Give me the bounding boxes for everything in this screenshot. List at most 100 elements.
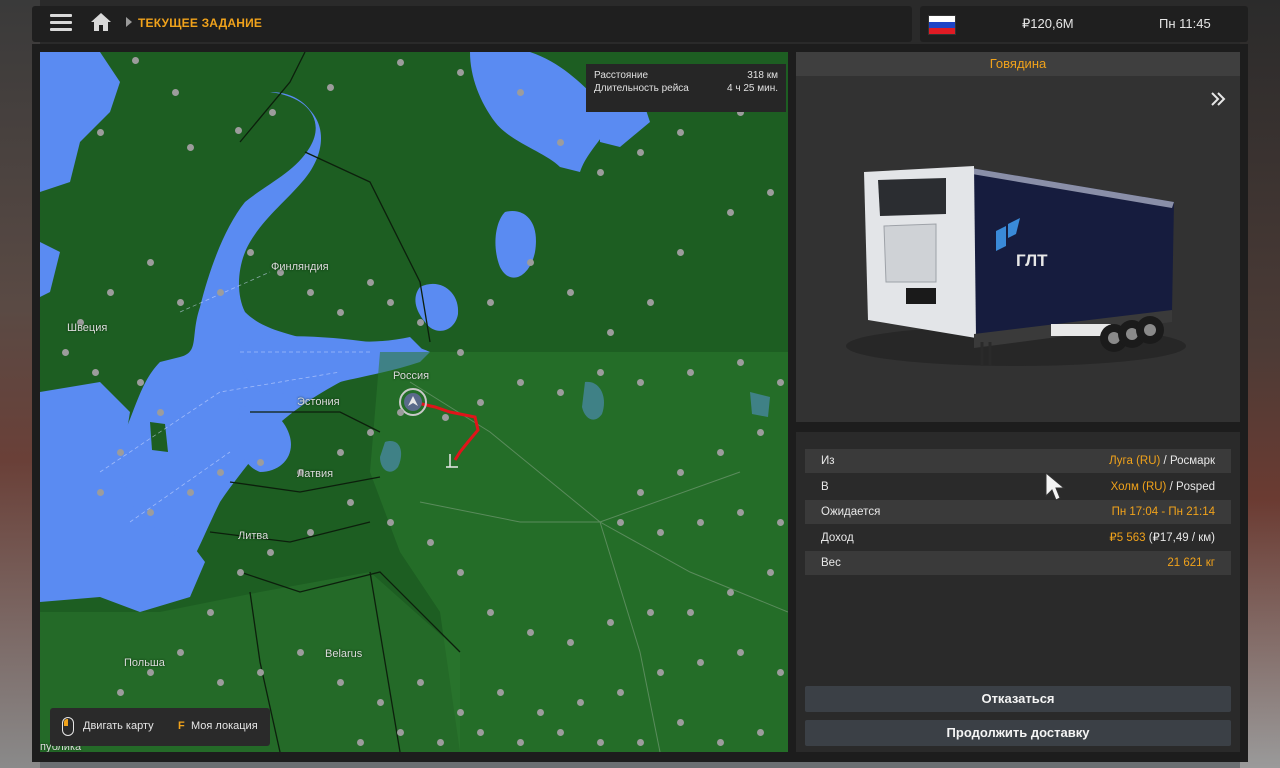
duration-label: Длительность рейса	[594, 83, 689, 94]
home-icon[interactable]	[90, 11, 112, 33]
city-dot	[132, 57, 139, 64]
city-dot	[417, 319, 424, 326]
city-dot	[347, 499, 354, 506]
money-balance: ₽120,6M	[1022, 16, 1074, 31]
city-dot	[527, 629, 534, 636]
city-dot	[235, 127, 242, 134]
city-dot	[697, 659, 704, 666]
city-dot	[457, 349, 464, 356]
city-dot	[337, 449, 344, 456]
map-label-sweden: Швеция	[67, 322, 108, 334]
city-dot	[687, 369, 694, 376]
breadcrumb-current-job[interactable]: ТЕКУЩЕЕ ЗАДАНИЕ	[138, 16, 262, 30]
city-dot	[187, 489, 194, 496]
city-dot	[637, 739, 644, 746]
city-dot	[757, 729, 764, 736]
city-dot	[147, 669, 154, 676]
city-dot	[557, 389, 564, 396]
city-dot	[687, 609, 694, 616]
city-dot	[237, 569, 244, 576]
city-dot	[387, 299, 394, 306]
city-dot	[417, 679, 424, 686]
city-dot	[457, 69, 464, 76]
job-row-from: Из Луга (RU) / Росмарк	[805, 449, 1231, 473]
city-dot	[647, 609, 654, 616]
city-dot	[517, 739, 524, 746]
move-map-hint[interactable]: Двигать карту	[83, 720, 154, 732]
city-dot	[557, 139, 564, 146]
city-dot	[177, 649, 184, 656]
city-dot	[597, 739, 604, 746]
city-dot	[697, 519, 704, 526]
city-dot	[327, 84, 334, 91]
city-dot	[567, 289, 574, 296]
map-controls-hint: Двигать карту F Моя локация	[50, 708, 270, 746]
city-dot	[267, 549, 274, 556]
city-dot	[617, 689, 624, 696]
distance-value: 318 км	[747, 70, 778, 81]
city-dot	[117, 449, 124, 456]
city-dot	[137, 379, 144, 386]
city-dot	[597, 369, 604, 376]
city-dot	[257, 459, 264, 466]
city-dot	[97, 489, 104, 496]
city-dot	[767, 569, 774, 576]
city-dot	[397, 409, 404, 416]
city-dot	[157, 409, 164, 416]
route-stats-panel: Расстояние 318 км Длительность рейса 4 ч…	[586, 64, 786, 112]
city-dot	[777, 669, 784, 676]
city-dot	[717, 449, 724, 456]
city-dot	[247, 249, 254, 256]
city-dot	[637, 489, 644, 496]
city-dot	[497, 689, 504, 696]
map-label-belarus: Belarus	[325, 648, 363, 660]
city-dot	[677, 719, 684, 726]
city-dot	[607, 329, 614, 336]
city-dot	[457, 709, 464, 716]
hamburger-icon[interactable]	[50, 12, 72, 34]
city-dot	[477, 729, 484, 736]
city-dot	[442, 414, 449, 421]
map-label-estonia: Эстония	[297, 396, 340, 408]
city-dot	[207, 609, 214, 616]
map-label-russia: Россия	[393, 370, 430, 382]
city-dot	[677, 129, 684, 136]
city-dot	[517, 379, 524, 386]
city-dot	[737, 359, 744, 366]
city-dot	[177, 299, 184, 306]
city-dot	[777, 379, 784, 386]
city-dot	[517, 89, 524, 96]
distance-label: Расстояние	[594, 70, 649, 81]
city-dot	[637, 379, 644, 386]
cancel-job-button[interactable]: Отказаться	[805, 686, 1231, 712]
city-dot	[387, 519, 394, 526]
job-row-income: Доход ₽5 563 (₽17,49 / км)	[821, 532, 1215, 544]
my-location-hint[interactable]: Моя локация	[191, 720, 258, 732]
cargo-preview-panel: Говядина ГЛТ	[796, 52, 1240, 422]
city-dot	[307, 289, 314, 296]
city-dot	[727, 209, 734, 216]
city-dot	[727, 589, 734, 596]
city-dot	[637, 149, 644, 156]
city-dot	[117, 689, 124, 696]
city-dot	[767, 189, 774, 196]
city-dot	[677, 469, 684, 476]
city-dot	[657, 669, 664, 676]
city-dot	[257, 669, 264, 676]
city-dot	[737, 649, 744, 656]
world-map[interactable]: Финляндия Швеция Эстония Россия Латвия Л…	[40, 52, 788, 752]
city-dot	[617, 519, 624, 526]
job-row-weight: Вес 21 621 кг	[805, 551, 1231, 575]
city-dot	[397, 729, 404, 736]
city-dot	[487, 609, 494, 616]
city-dot	[487, 299, 494, 306]
city-dot	[307, 529, 314, 536]
city-dot	[217, 679, 224, 686]
continue-delivery-button[interactable]: Продолжить доставку	[805, 720, 1231, 746]
city-dot	[677, 249, 684, 256]
city-dot	[92, 369, 99, 376]
next-arrow-icon[interactable]	[1210, 92, 1226, 106]
city-dot	[217, 289, 224, 296]
city-dot	[147, 509, 154, 516]
city-dot	[477, 399, 484, 406]
